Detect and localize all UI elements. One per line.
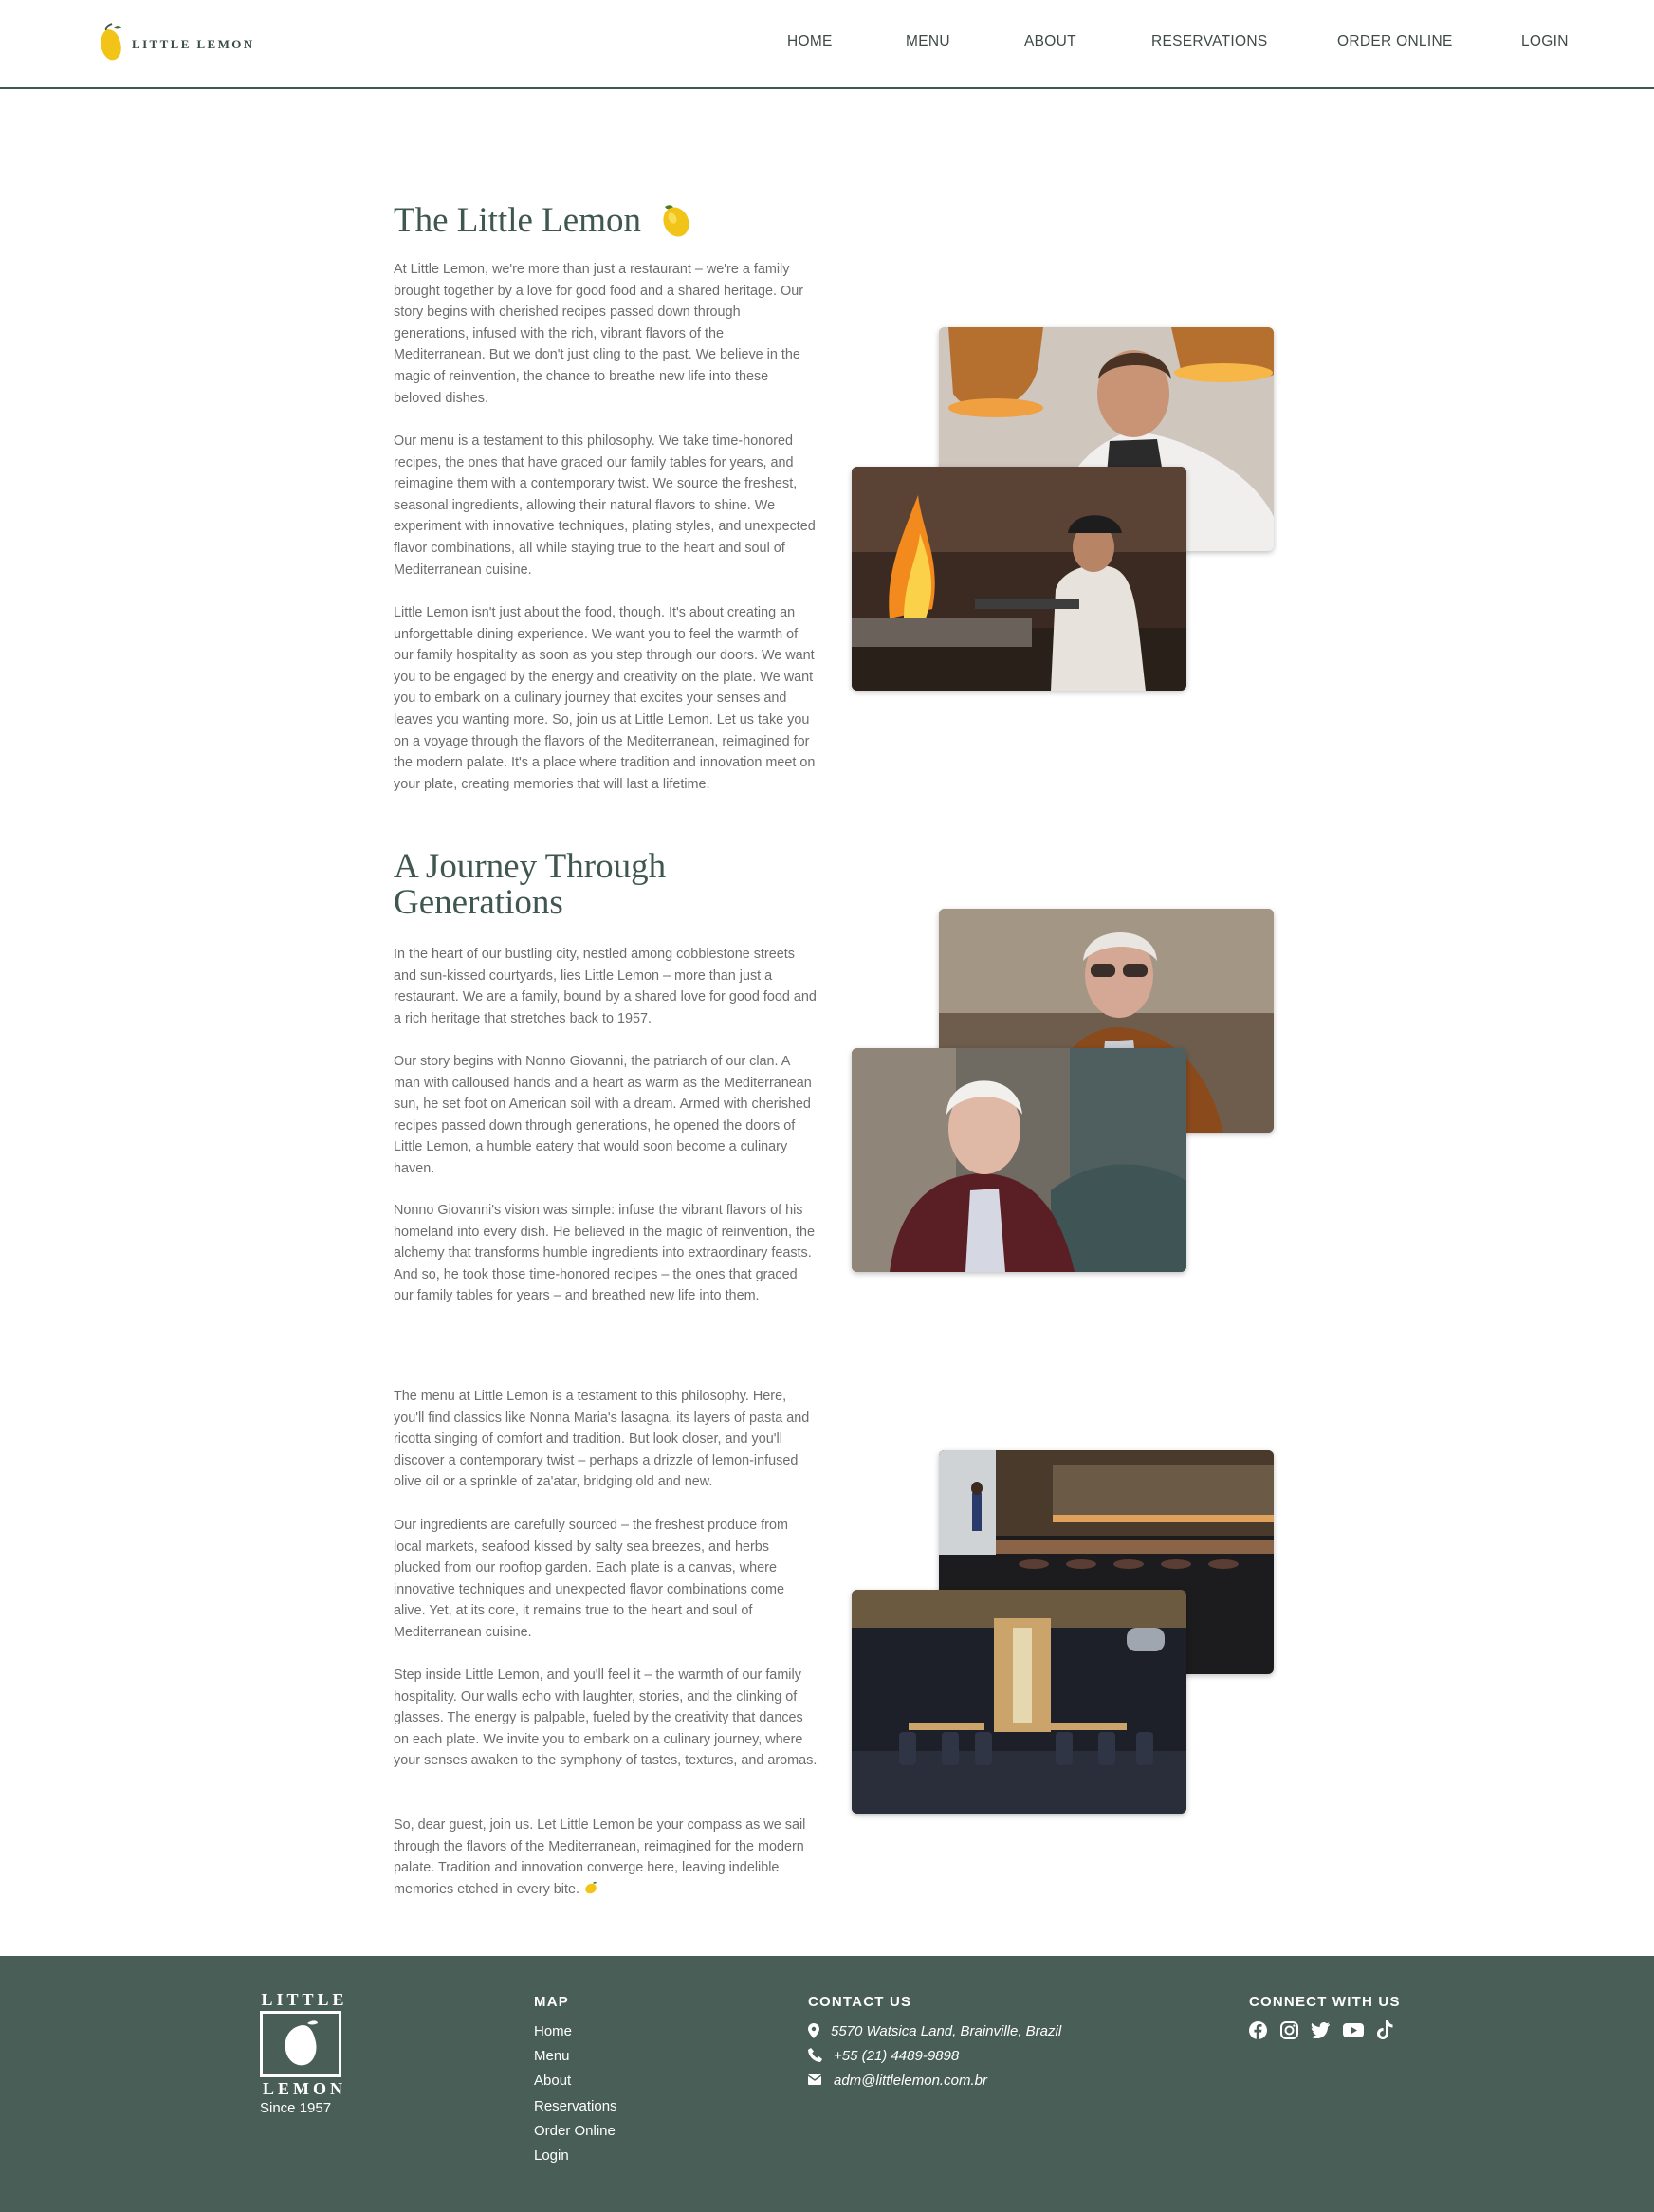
section-journey: A Journey Through Generations [394, 849, 818, 921]
footer-lemon-icon [285, 2020, 318, 2066]
facebook-icon[interactable] [1249, 2021, 1267, 2039]
nav-reservations[interactable]: RESERVATIONS [1151, 33, 1267, 50]
lemon-icon [663, 205, 689, 237]
social-heading: CONNECT WITH US [1249, 1994, 1401, 2010]
nav-login[interactable]: LOGIN [1521, 33, 1569, 50]
since-label: Since 1957 [260, 2100, 332, 2116]
map-heading: MAP [534, 1994, 569, 2010]
instagram-icon[interactable] [1280, 2021, 1298, 2039]
phone-icon [808, 2048, 822, 2062]
section3-paragraph-4: So, dear guest, join us. Let Little Lemo… [394, 1817, 806, 1897]
section3-paragraph-3: Step inside Little Lemon, and you'll fee… [394, 1668, 818, 1769]
contact-heading: CONTACT US [808, 1994, 912, 2010]
brand-name: LITTLE LEMON [132, 37, 255, 51]
youtube-icon[interactable] [1343, 2023, 1364, 2037]
tiktok-icon[interactable] [1377, 2020, 1393, 2039]
section-the-little-lemon: The Little Lemon [394, 201, 818, 247]
site-header: LITTLE LEMON HOME MENU ABOUT RESERVATION… [0, 0, 1654, 89]
footer-link-menu[interactable]: Menu [534, 2048, 570, 2064]
section2-paragraph-3: Nonno Giovanni's vision was simple: infu… [394, 1203, 815, 1304]
nav-home[interactable]: HOME [787, 33, 833, 50]
location-pin-icon [808, 2023, 819, 2038]
footer-link-login[interactable]: Login [534, 2147, 569, 2164]
section3-paragraph-1: The menu at Little Lemon is a testament … [394, 1389, 810, 1490]
footer-link-reservations[interactable]: Reservations [534, 2098, 617, 2114]
chef-flambe-photo [852, 467, 1186, 691]
section2-paragraph-1: In the heart of our bustling city, nestl… [394, 947, 817, 1026]
dining-room-photo [852, 1590, 1186, 1814]
contact-address: 5570 Watsica Land, Brainville, Brazil [831, 2023, 1062, 2039]
nav-order-online[interactable]: ORDER ONLINE [1337, 33, 1453, 50]
section1-paragraph-3: Little Lemon isn't just about the food, … [394, 605, 816, 792]
section1-paragraph-2: Our menu is a testament to this philosop… [394, 433, 816, 578]
page-title: The Little Lemon [394, 201, 641, 240]
contact-phone[interactable]: +55 (21) 4489-9898 [834, 2048, 959, 2064]
footer-link-home[interactable]: Home [534, 2023, 572, 2039]
footer-logo[interactable]: LITTLE LEMON [260, 1990, 349, 2098]
contact-email[interactable]: adm@littlelemon.com.br [834, 2073, 987, 2089]
grandfather-photo [852, 1048, 1186, 1272]
section-title: A Journey Through Generations [394, 847, 667, 922]
footer-link-order-online[interactable]: Order Online [534, 2123, 616, 2139]
footer-link-about[interactable]: About [534, 2073, 571, 2089]
lemon-logo-icon [101, 23, 121, 61]
twitter-icon[interactable] [1311, 2022, 1330, 2038]
brand-logo[interactable]: LITTLE LEMON [98, 22, 268, 64]
email-icon [808, 2074, 821, 2085]
section1-paragraph-1: At Little Lemon, we're more than just a … [394, 262, 804, 406]
nav-about[interactable]: ABOUT [1024, 33, 1076, 50]
nav-menu[interactable]: MENU [906, 33, 950, 50]
section2-paragraph-2: Our story begins with Nonno Giovanni, th… [394, 1054, 812, 1176]
section3-paragraph-2: Our ingredients are carefully sourced – … [394, 1518, 788, 1640]
lemon-emoji-icon [585, 1881, 597, 1894]
